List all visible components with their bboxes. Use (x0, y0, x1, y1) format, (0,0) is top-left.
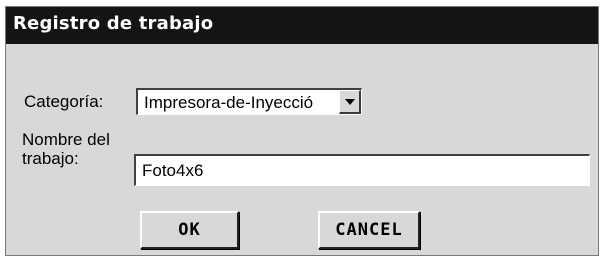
title-bar: Registro de trabajo (6, 7, 598, 44)
category-label: Categoría: (24, 92, 104, 111)
category-selected-value: Impresora-de-Inyecció (144, 93, 314, 112)
dropdown-arrow-button[interactable] (339, 90, 361, 114)
job-log-dialog: Registro de trabajo Categoría: Impresora… (5, 6, 599, 256)
chevron-down-icon (345, 99, 355, 105)
ok-button[interactable]: OK (140, 211, 239, 249)
ok-button-label: OK (178, 220, 201, 240)
job-name-label: Nombre del trabajo: (22, 130, 110, 168)
cancel-button-label: CANCEL (335, 220, 403, 240)
window-title: Registro de trabajo (13, 13, 214, 34)
job-name-value: Foto4x6 (142, 161, 204, 180)
category-dropdown[interactable]: Impresora-de-Inyecció (136, 88, 362, 115)
job-name-input[interactable]: Foto4x6 (134, 154, 590, 186)
cancel-button[interactable]: CANCEL (318, 211, 420, 249)
